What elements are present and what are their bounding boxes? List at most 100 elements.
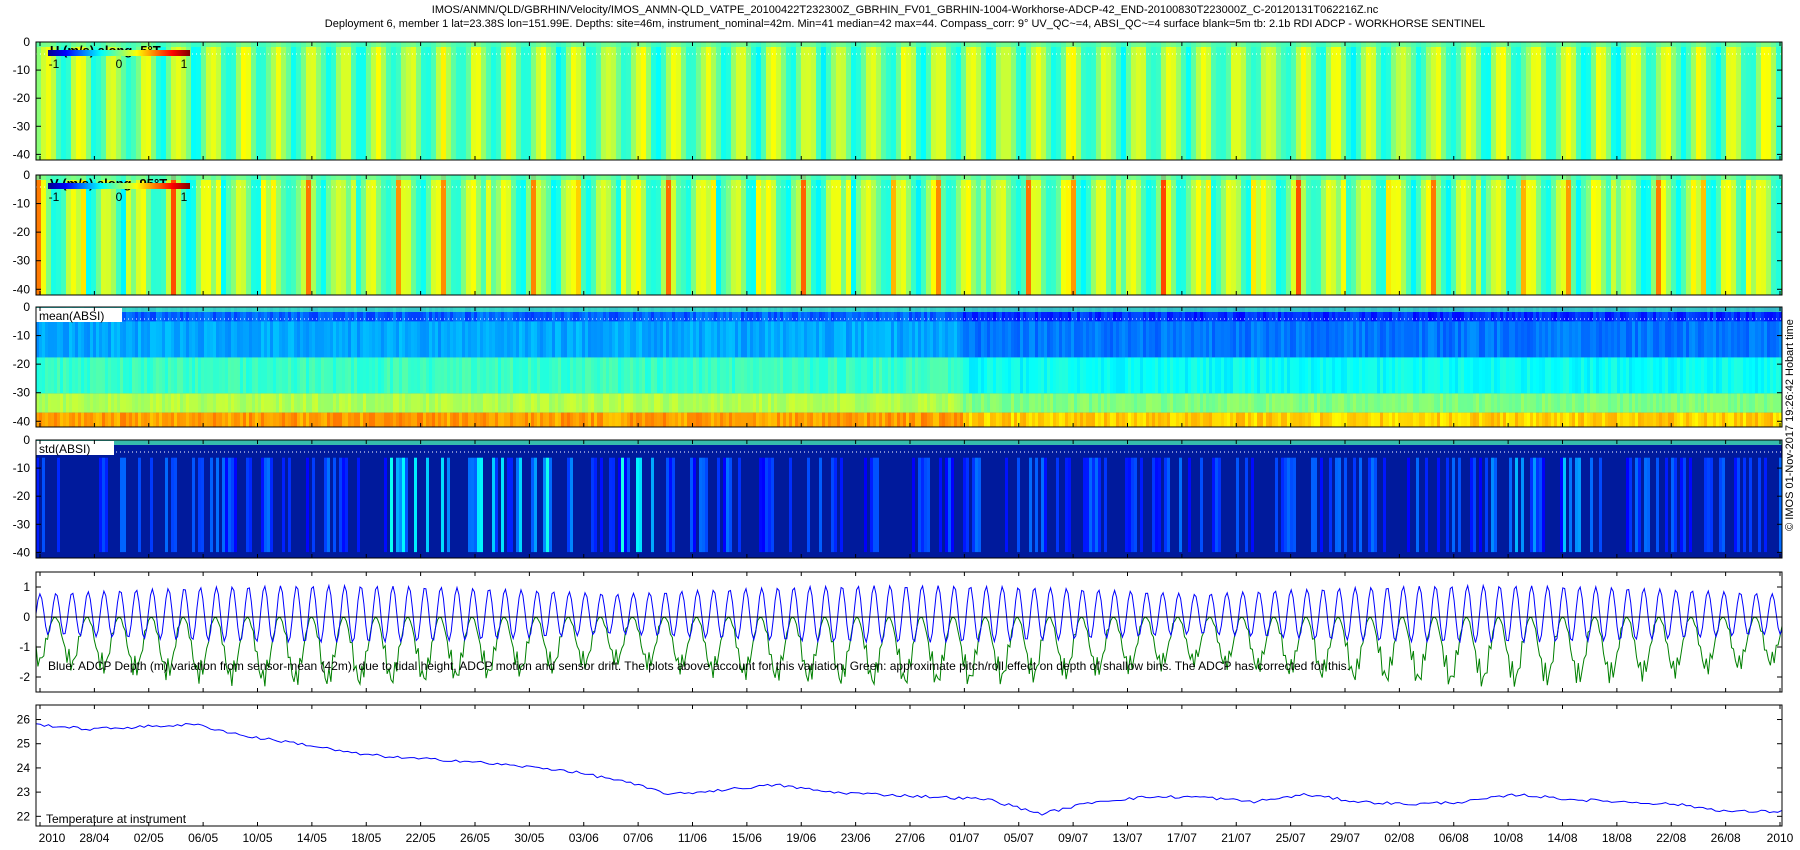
heatmap-column <box>1021 42 1026 160</box>
heatmap-column <box>306 457 309 553</box>
heatmap-column <box>1125 457 1128 553</box>
side-label: © IMOS 01-Nov-2017 19:26:42 Hobart time <box>1784 319 1796 531</box>
heatmap-column <box>447 357 450 394</box>
heatmap-column <box>69 393 72 413</box>
heatmap-column <box>36 42 41 160</box>
heatmap-column <box>561 357 564 394</box>
heatmap-column <box>810 321 813 358</box>
heatmap-column <box>456 321 459 358</box>
heatmap-column <box>1380 412 1383 427</box>
heatmap-column <box>1431 321 1434 358</box>
heatmap-column <box>1224 393 1227 413</box>
heatmap-column <box>123 457 126 553</box>
heatmap-column <box>1071 42 1076 160</box>
heatmap-column <box>813 393 816 413</box>
heatmap-column <box>1407 321 1410 358</box>
heatmap-column <box>1221 42 1226 160</box>
heatmap-column <box>1466 175 1471 295</box>
heatmap-column <box>399 321 402 358</box>
heatmap-column <box>618 321 621 358</box>
heatmap-column <box>1081 42 1086 160</box>
heatmap-column <box>1311 321 1314 358</box>
heatmap-column <box>306 412 309 427</box>
heatmap-column <box>1248 412 1251 427</box>
heatmap-column <box>1383 321 1386 358</box>
heatmap-column <box>216 457 219 553</box>
heatmap-column <box>1122 321 1125 358</box>
heatmap-column <box>366 393 369 413</box>
heatmap-column <box>1611 357 1614 394</box>
heatmap-column <box>786 357 789 394</box>
heatmap-column <box>746 42 751 160</box>
heatmap-column <box>207 393 210 413</box>
heatmap-column <box>1056 412 1059 427</box>
heatmap-column <box>825 412 828 427</box>
heatmap-column <box>414 321 417 358</box>
heatmap-column <box>1749 457 1752 553</box>
heatmap-column <box>1301 42 1306 160</box>
heatmap-column <box>798 393 801 413</box>
heatmap-column <box>93 393 96 413</box>
heatmap-column <box>391 42 396 160</box>
heatmap-column <box>288 457 291 553</box>
heatmap-column <box>561 412 564 427</box>
heatmap-column <box>236 42 241 160</box>
heatmap-column <box>1101 412 1104 427</box>
heatmap-column <box>1770 393 1773 413</box>
heatmap-column <box>114 393 117 413</box>
heatmap-column <box>261 393 264 413</box>
heatmap-column <box>135 393 138 413</box>
heatmap-column <box>963 457 966 553</box>
heatmap-column <box>1126 42 1131 160</box>
heatmap-column <box>96 175 101 295</box>
heatmap-column <box>552 357 555 394</box>
heatmap-column <box>101 175 106 295</box>
heatmap-column <box>285 412 288 427</box>
heatmap-column <box>636 321 639 358</box>
heatmap-column <box>402 357 405 394</box>
heatmap-column <box>516 357 519 394</box>
heatmap-column <box>597 412 600 427</box>
heatmap-column <box>1441 42 1446 160</box>
heatmap-column <box>153 393 156 413</box>
heatmap-column <box>1006 42 1011 160</box>
heatmap-column <box>1581 412 1584 427</box>
heatmap-column <box>99 412 102 427</box>
heatmap-column <box>1206 393 1209 413</box>
heatmap-column <box>954 412 957 427</box>
heatmap-column <box>1314 357 1317 394</box>
heatmap-column <box>1167 457 1170 553</box>
heatmap-column <box>294 393 297 413</box>
heatmap-column <box>120 457 123 553</box>
heatmap-column <box>996 42 1001 160</box>
heatmap-column <box>435 393 438 413</box>
heatmap-column <box>555 412 558 427</box>
heatmap-column <box>54 321 57 358</box>
heatmap-column <box>897 393 900 413</box>
heatmap-column <box>1218 357 1221 394</box>
heatmap-column <box>1353 357 1356 394</box>
heatmap-column <box>510 321 513 358</box>
heatmap-column <box>1531 175 1536 295</box>
heatmap-column <box>1368 412 1371 427</box>
heatmap-column <box>1551 321 1554 358</box>
heatmap-column <box>384 393 387 413</box>
heatmap-column <box>363 357 366 394</box>
heatmap-column <box>1296 357 1299 394</box>
heatmap-column <box>69 412 72 427</box>
heatmap-column <box>282 357 285 394</box>
heatmap-column <box>549 357 552 394</box>
heatmap-column <box>1377 321 1380 358</box>
heatmap-column <box>1587 393 1590 413</box>
heatmap-column <box>675 412 678 427</box>
heatmap-column <box>1635 357 1638 394</box>
heatmap-column <box>576 42 581 160</box>
heatmap-column <box>1095 393 1098 413</box>
heatmap-column <box>681 321 684 358</box>
heatmap-column <box>942 393 945 413</box>
heatmap-column <box>711 175 716 295</box>
heatmap-column <box>111 393 114 413</box>
heatmap-column <box>345 457 348 553</box>
heatmap-column <box>1491 457 1494 553</box>
heatmap-column <box>525 321 528 358</box>
